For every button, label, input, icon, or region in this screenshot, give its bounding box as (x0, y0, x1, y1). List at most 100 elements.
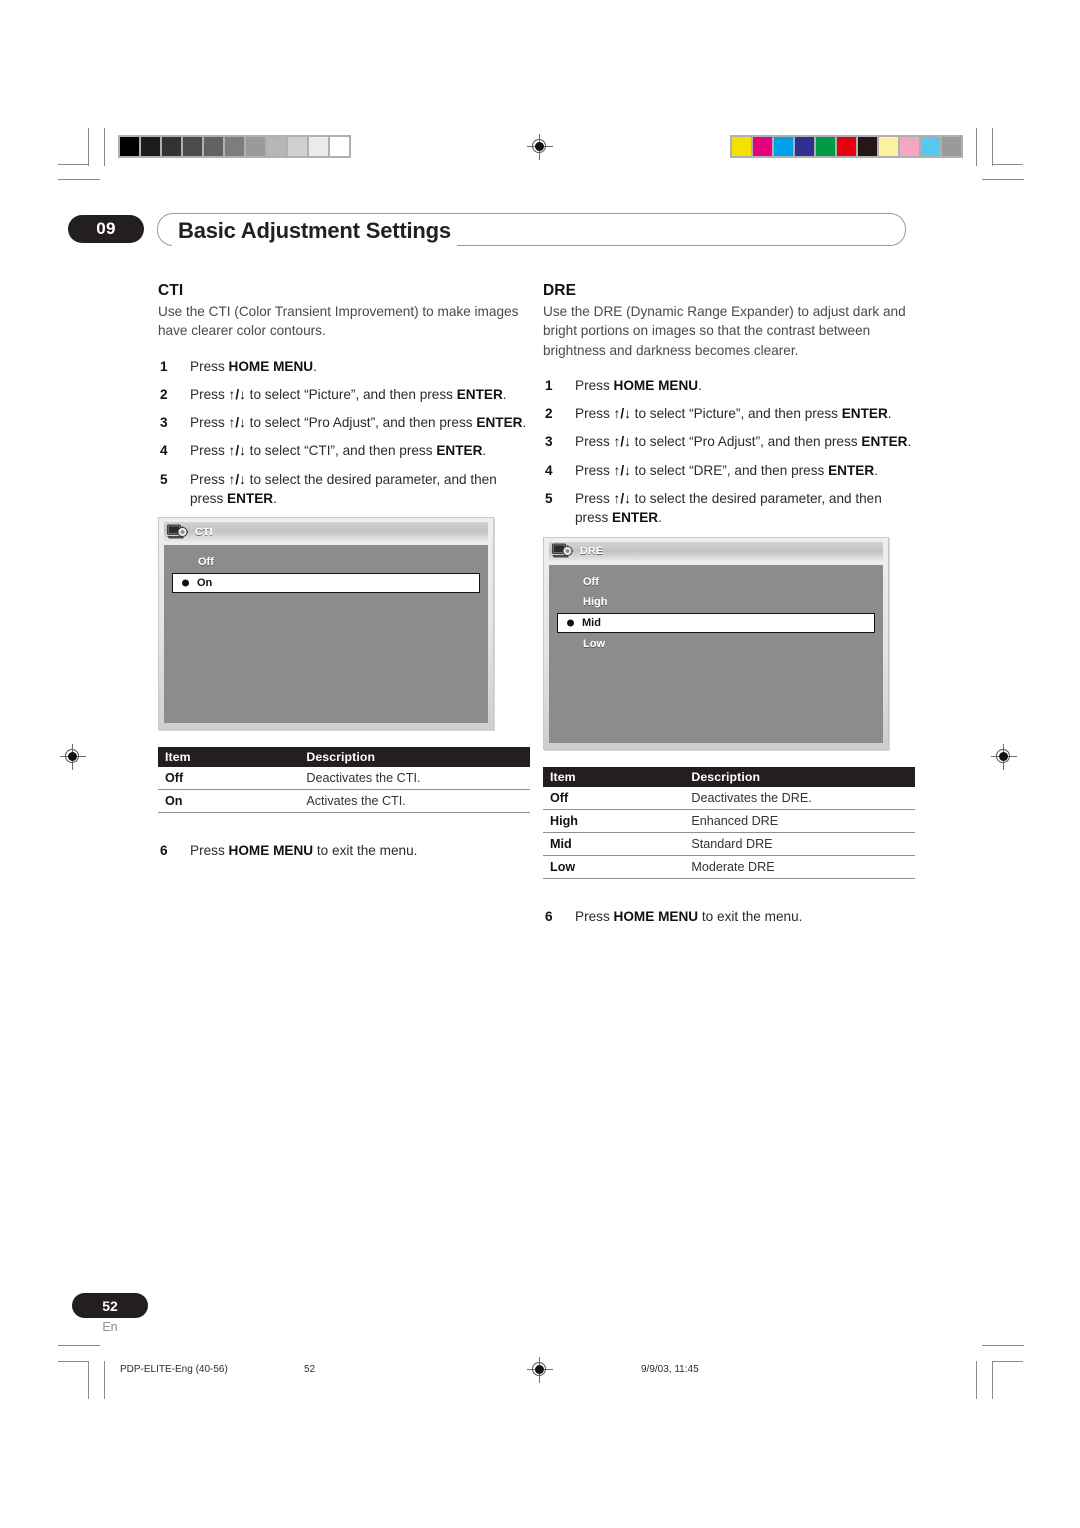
table-cell-description: Enhanced DRE (684, 809, 915, 833)
color-swatch-4 (816, 137, 835, 156)
table-header-row: Item Description (543, 766, 915, 787)
osd-option[interactable]: High (557, 593, 875, 611)
gray-swatch-4 (204, 137, 223, 156)
emphasis: HOME MENU (613, 377, 699, 393)
step-number: 6 (545, 908, 553, 924)
spec-table-cti: Item Description Off Deactivates the CTI. O… (158, 747, 530, 814)
step-item: 1 Press HOME MENU. (158, 357, 530, 376)
step-number: 2 (160, 386, 168, 402)
osd-option[interactable]: Low (557, 635, 875, 653)
osd-option-selected[interactable]: On (172, 573, 480, 594)
radio-selected-icon (182, 579, 189, 587)
step-text: Press ↑/↓ to select “Pro Adjust”, and th… (575, 434, 912, 450)
registration-mark-top-center (527, 134, 553, 160)
osd-titlebar-dre: DRE (549, 541, 883, 561)
osd-options-dre: Off High Mid Low (549, 564, 883, 743)
table-cell-description: Activates the CTI. (299, 789, 530, 814)
step-number: 1 (545, 377, 553, 393)
final-step-cti: 6 Press HOME MENU to exit the menu. (158, 841, 530, 860)
section-title-cti: CTI (158, 282, 184, 299)
osd-option[interactable]: Off (172, 553, 480, 571)
table-row: Off Deactivates the DRE. (543, 786, 915, 810)
step-item: 2 Press ↑/↓ to select “Picture”, and then… (158, 385, 530, 404)
table-column-header: Item (543, 766, 685, 787)
crop-mark-top-left-v (88, 128, 90, 166)
color-swatch-8 (900, 137, 919, 156)
color-swatch-0 (732, 137, 751, 156)
emphasis: ↑/↓ (228, 386, 246, 402)
step-number: 6 (160, 843, 168, 859)
osd-screenshot-dre: DRE Off High Mid Low (543, 536, 889, 750)
color-swatch-6 (858, 137, 877, 156)
crop-mark-top-left-bleed (104, 128, 106, 166)
crop-mark-top-right-v (992, 128, 994, 166)
emphasis: ENTER (828, 462, 875, 478)
section-dre: DRE Use the DRE (Dynamic Range Expander)… (543, 282, 915, 926)
table-row: Low Moderate DRE (543, 855, 915, 879)
table-cell-item: On (158, 789, 300, 814)
emphasis: ENTER (861, 434, 908, 450)
section-cti: CTI Use the CTI (Color Transient Improve… (158, 282, 530, 861)
step-text: Press ↑/↓ to select “CTI”, and then pres… (190, 443, 487, 459)
osd-option[interactable]: Off (557, 573, 875, 591)
osd-option-label: On (197, 577, 213, 590)
color-swatch-1 (753, 137, 772, 156)
table-body: Off Deactivates the DRE. High Enhanced DRE M… (543, 786, 915, 879)
crop-mark-bottom-left-h2 (58, 1345, 100, 1347)
tv-gear-icon (167, 524, 190, 540)
emphasis: ENTER (841, 406, 888, 422)
print-timestamp: 9/9/03, 11:45 (641, 1364, 699, 1375)
gray-swatch-7 (267, 137, 286, 156)
osd-title-dre: DRE (580, 545, 604, 558)
manual-page: 09 Basic Adjustment Settings CTI Use the… (0, 0, 1080, 1528)
emphasis: HOME MENU (228, 358, 314, 374)
gray-swatch-10 (330, 137, 349, 156)
color-swatch-3 (795, 137, 814, 156)
gray-swatch-3 (183, 137, 202, 156)
osd-option-label: Low (583, 637, 605, 650)
osd-options-cti: Off On (164, 545, 488, 724)
spec-table-dre: Item Description Off Deactivates the DRE. H… (543, 766, 915, 879)
osd-option-selected[interactable]: Mid (557, 612, 875, 633)
section-title-dre: DRE (543, 282, 577, 299)
color-swatch-7 (879, 137, 898, 156)
gray-swatch-9 (309, 137, 328, 156)
chapter-number-badge: 09 (68, 215, 144, 243)
step-item: 2 Press ↑/↓ to select “Picture”, and then… (543, 404, 915, 423)
step-number: 4 (160, 443, 168, 459)
crop-mark-bottom-left-h (58, 1361, 89, 1363)
gray-swatch-5 (225, 137, 244, 156)
crop-mark-top-left-h (58, 164, 89, 166)
step-text: Press ↑/↓ to select “Picture”, and then … (190, 386, 507, 402)
tv-gear-icon (552, 543, 575, 559)
table-row: Mid Standard DRE (543, 832, 915, 856)
osd-option-label: Off (198, 556, 214, 569)
chapter-header: 09 Basic Adjustment Settings (68, 213, 906, 247)
table-row: Off Deactivates the CTI. (158, 767, 530, 791)
step-text: Press ↑/↓ to select “Picture”, and then … (575, 406, 892, 422)
gray-swatch-6 (246, 137, 265, 156)
emphasis: ENTER (612, 510, 659, 526)
emphasis: ENTER (476, 415, 523, 431)
emphasis: HOME MENU (613, 908, 699, 924)
osd-option-label: High (583, 595, 608, 608)
crop-mark-top-right-bleed (976, 128, 978, 166)
emphasis: ↑/↓ (613, 462, 631, 478)
step-text: Press HOME MENU to exit the menu. (190, 843, 418, 859)
step-text: Press HOME MENU. (575, 377, 702, 393)
step-number: 4 (545, 462, 553, 478)
gray-swatch-0 (120, 137, 139, 156)
emphasis: HOME MENU (228, 843, 314, 859)
osd-title-cti: CTI (195, 525, 214, 538)
step-text: Press ↑/↓ to select the desired paramete… (190, 471, 497, 507)
radio-selected-icon (567, 619, 574, 627)
table-column-header: Item (158, 747, 300, 768)
table-cell-description: Standard DRE (684, 832, 915, 856)
registration-mark-right-middle (991, 744, 1017, 770)
emphasis: ↑/↓ (228, 443, 246, 459)
grayscale-calibration-bar (118, 135, 351, 158)
step-item: 4 Press ↑/↓ to select “CTI”, and then pre… (158, 441, 530, 460)
step-item: 3 Press ↑/↓ to select “Pro Adjust”, and t… (158, 413, 530, 432)
steps-list-cti: 1 Press HOME MENU. 2 Press ↑/↓ to select “P… (158, 357, 530, 509)
section-intro-cti: Use the CTI (Color Transient Improvement… (158, 304, 519, 339)
